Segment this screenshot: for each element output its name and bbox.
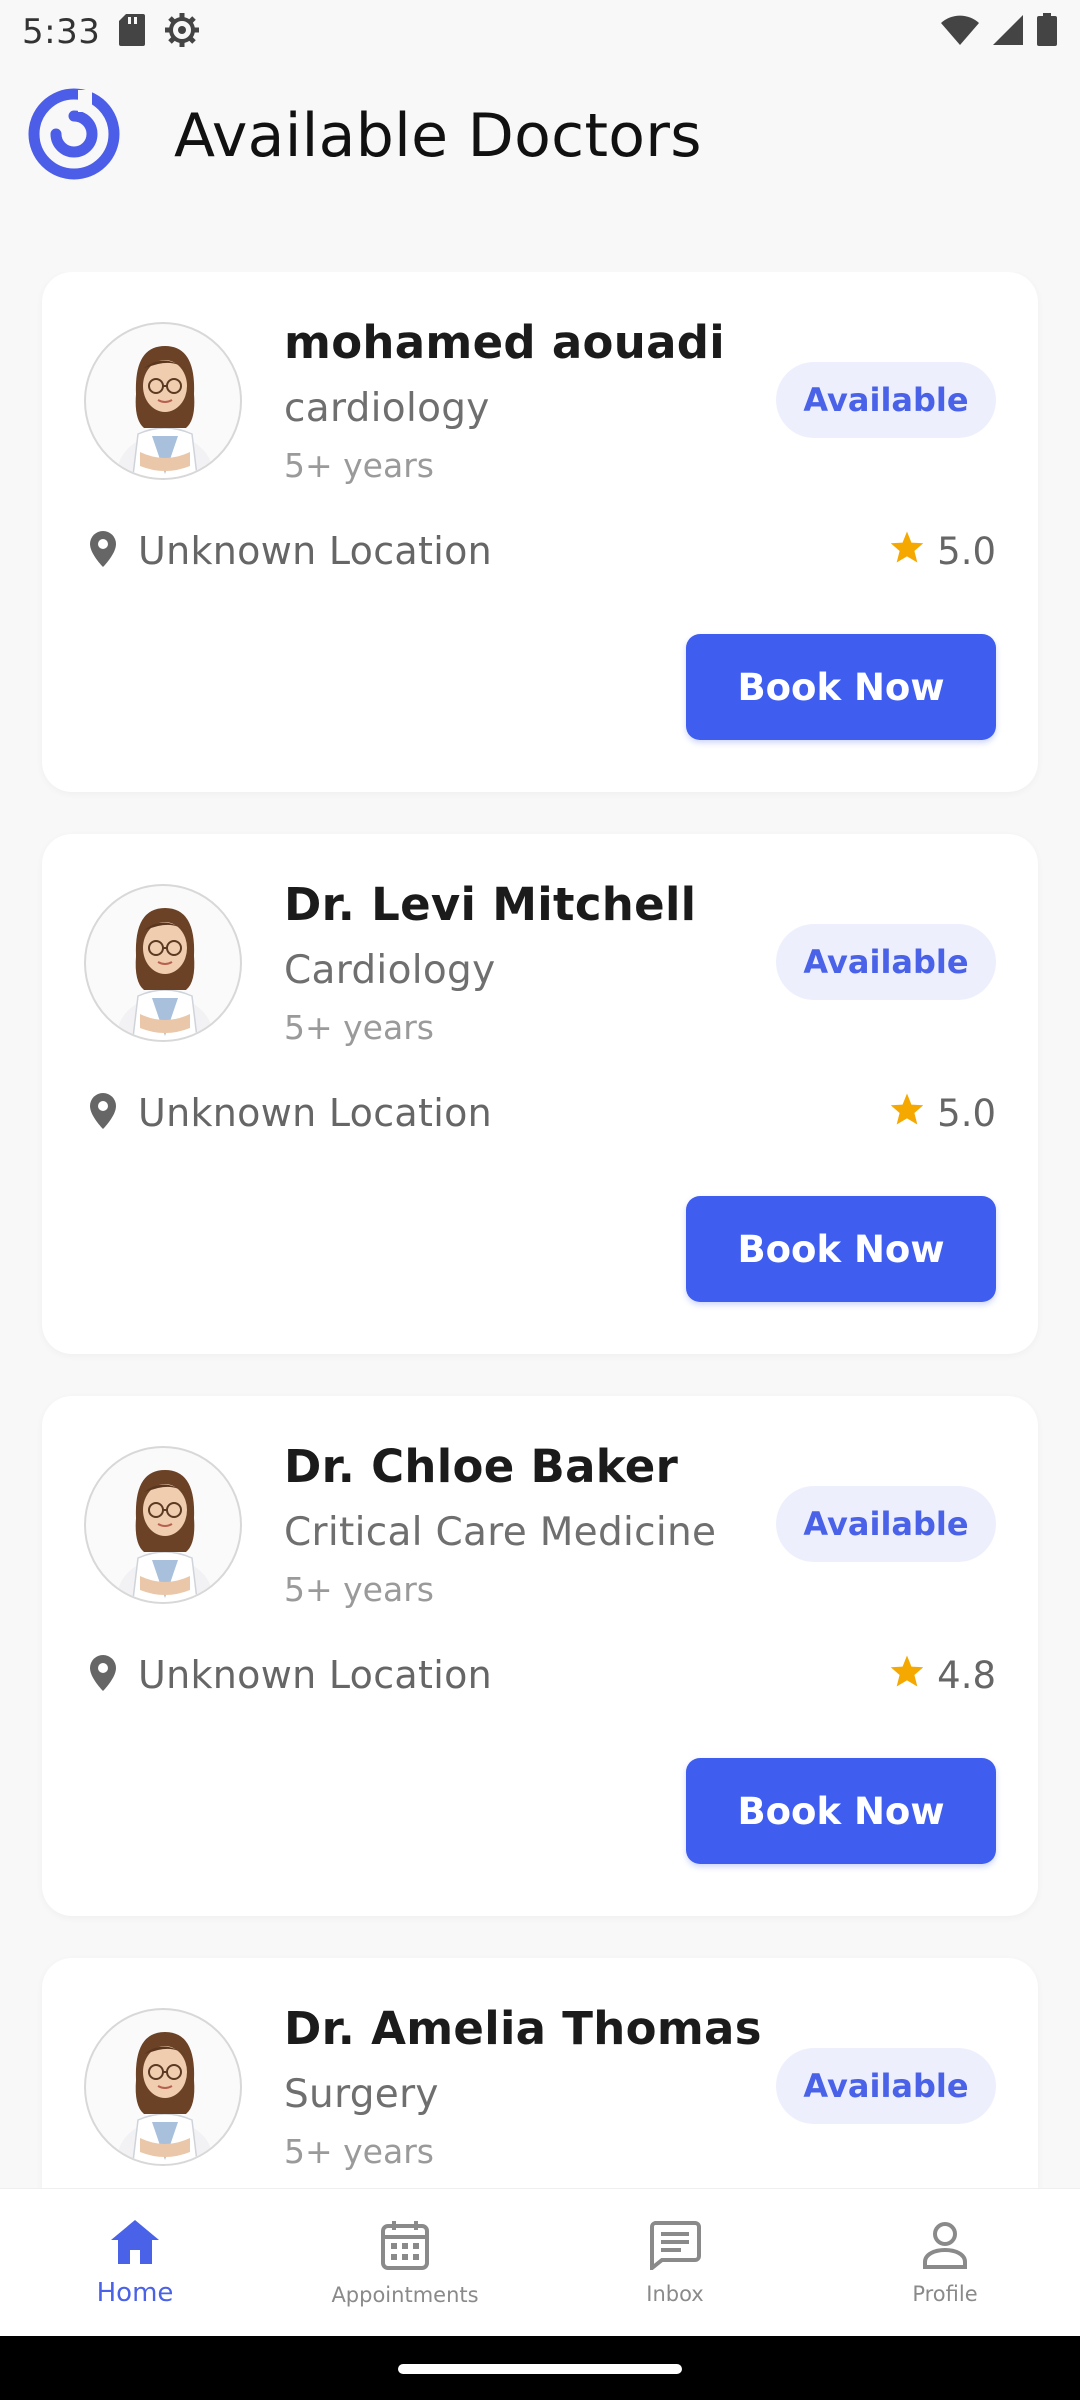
doctor-experience: 5+ years [284,1008,434,1047]
nav-label: Home [96,2277,174,2308]
doctor-card[interactable]: Dr. Chloe Baker Critical Care Medicine 5… [42,1396,1038,1916]
status-time: 5:33 [22,12,101,52]
star-icon [889,530,925,573]
doctor-name: Dr. Chloe Baker [284,1440,679,1493]
doctor-card[interactable]: Dr. Levi Mitchell Cardiology 5+ years Av… [42,834,1038,1354]
doctor-experience: 5+ years [284,2132,434,2171]
doctor-name: Dr. Amelia Thomas [284,2002,762,2055]
gesture-handle[interactable] [398,2364,682,2374]
book-now-button[interactable]: Book Now [686,634,996,740]
doctor-experience: 5+ years [284,1570,434,1609]
status-bar: 5:33 [0,0,1080,64]
app-header: Available Doctors [0,80,1080,192]
doctor-avatar [84,322,242,480]
location-pin-icon [88,530,118,572]
bottom-nav: Home Appointments Inbox Profile [0,2188,1080,2336]
app-logo-icon [26,86,122,186]
settings-gear-icon [164,12,200,52]
star-icon [889,1092,925,1135]
nav-profile[interactable]: Profile [810,2189,1080,2336]
chat-icon [649,2220,701,2274]
star-icon [889,1654,925,1697]
doctor-name: mohamed aouadi [284,316,726,369]
nav-label: Appointments [331,2282,479,2307]
doctor-specialty: cardiology [284,386,490,431]
rating-value: 5.0 [937,529,996,573]
location-row: Unknown Location 5.0 [88,527,996,575]
availability-badge: Available [776,362,996,438]
availability-badge: Available [776,924,996,1000]
doctor-name: Dr. Levi Mitchell [284,878,697,931]
book-now-button[interactable]: Book Now [686,1196,996,1302]
location-text: Unknown Location [138,1653,492,1697]
page-title: Available Doctors [174,101,702,171]
location-row: Unknown Location 5.0 [88,1089,996,1137]
nav-appointments[interactable]: Appointments [270,2189,540,2336]
book-now-button[interactable]: Book Now [686,1758,996,1864]
rating-value: 4.8 [937,1653,996,1697]
nav-home[interactable]: Home [0,2189,270,2336]
wifi-icon [940,14,980,50]
calendar-icon [380,2219,430,2275]
signal-icon [992,14,1024,50]
doctor-avatar [84,884,242,1042]
battery-icon [1036,13,1058,51]
rating-value: 5.0 [937,1091,996,1135]
location-row: Unknown Location 4.8 [88,1651,996,1699]
system-navigation-area [0,2336,1080,2400]
location-pin-icon [88,1092,118,1134]
availability-badge: Available [776,2048,996,2124]
person-icon [921,2220,969,2274]
doctor-avatar [84,1446,242,1604]
location-text: Unknown Location [138,1091,492,1135]
nav-inbox[interactable]: Inbox [540,2189,810,2336]
doctor-list[interactable]: mohamed aouadi cardiology 5+ years Avail… [0,272,1080,2188]
availability-badge: Available [776,1486,996,1562]
sd-card-icon [118,13,146,51]
doctor-card[interactable]: mohamed aouadi cardiology 5+ years Avail… [42,272,1038,792]
doctor-avatar [84,2008,242,2166]
nav-label: Inbox [646,2281,704,2306]
rating: 5.0 [889,1092,996,1135]
nav-label: Profile [912,2281,978,2306]
home-icon [109,2218,161,2270]
rating: 5.0 [889,530,996,573]
doctor-specialty: Critical Care Medicine [284,1510,717,1555]
doctor-specialty: Cardiology [284,948,496,993]
doctor-card[interactable]: Dr. Amelia Thomas Surgery 5+ years Avail… [42,1958,1038,2188]
rating: 4.8 [889,1654,996,1697]
location-pin-icon [88,1654,118,1696]
location-text: Unknown Location [138,529,492,573]
doctor-experience: 5+ years [284,446,434,485]
doctor-specialty: Surgery [284,2072,439,2117]
